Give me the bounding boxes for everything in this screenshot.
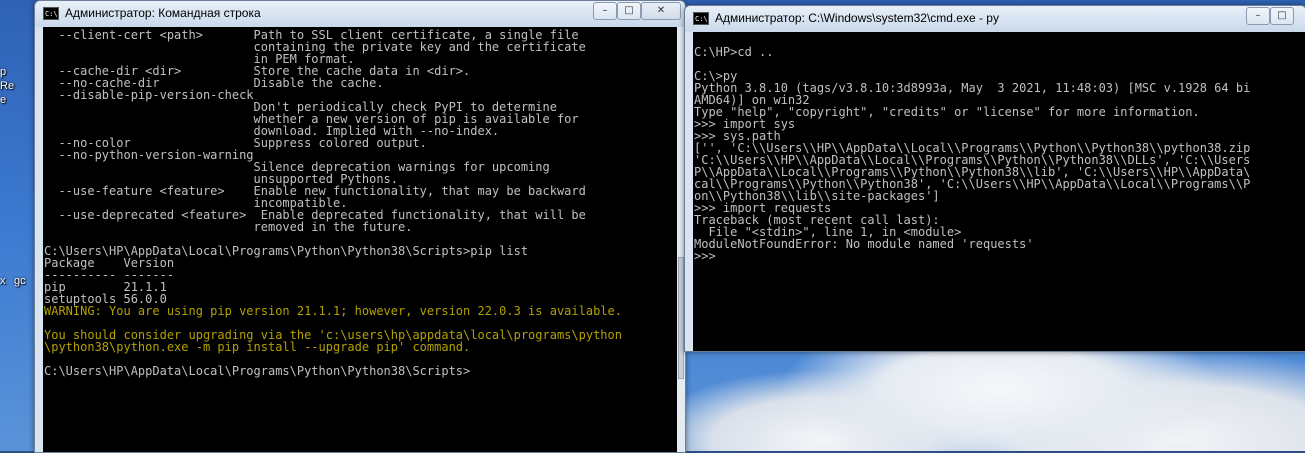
cmd-window-left[interactable]: C:\ Администратор: Командная строка – □ … [34, 0, 686, 453]
console-line: C:\HP>cd .. [694, 45, 774, 59]
console-line: >>> [694, 249, 716, 263]
console-line: >>> import sys [694, 117, 796, 131]
maximize-button[interactable]: □ [617, 2, 641, 20]
console-line: \python38\python.exe -m pip install --up… [44, 340, 471, 354]
console-line: WARNING: You are using pip version 21.1.… [44, 304, 622, 318]
cmd-icon: C:\ [43, 7, 59, 20]
minimize-button[interactable]: – [1246, 7, 1270, 25]
console-text: --client-cert <path> Path to SSL client … [43, 27, 677, 377]
window-title: Администратор: Командная строка [65, 6, 261, 20]
desktop-icon-label[interactable]: Re [0, 80, 14, 92]
cmd-window-right[interactable]: C:\ Администратор: C:\Windows\system32\c… [684, 5, 1305, 352]
console-line: ModuleNotFoundError: No module named 're… [694, 237, 1034, 251]
console-line: removed in the future. [44, 220, 413, 234]
desktop-icon-label[interactable]: gc [14, 275, 26, 287]
cmd-icon: C:\ [693, 12, 709, 25]
close-button[interactable]: ✕ [641, 2, 681, 20]
desktop-icon-label[interactable]: р [0, 66, 6, 78]
title-bar[interactable]: C:\ Администратор: C:\Windows\system32\c… [685, 6, 1305, 32]
console-output[interactable]: C:\HP>cd .. C:\>py Python 3.8.10 (tags/v3… [693, 32, 1305, 351]
desktop-icon-label[interactable]: x [0, 275, 6, 287]
console-line: C:\Users\HP\AppData\Local\Programs\Pytho… [44, 364, 471, 378]
console-text: C:\HP>cd .. C:\>py Python 3.8.10 (tags/v3… [693, 32, 1305, 262]
title-bar[interactable]: C:\ Администратор: Командная строка – □ … [35, 1, 685, 27]
console-output[interactable]: --client-cert <path> Path to SSL client … [43, 27, 677, 452]
window-title: Администратор: C:\Windows\system32\cmd.e… [715, 11, 999, 25]
maximize-button[interactable]: □ [1270, 7, 1294, 25]
minimize-button[interactable]: – [593, 2, 617, 20]
desktop-icon-label[interactable]: e [0, 94, 6, 106]
